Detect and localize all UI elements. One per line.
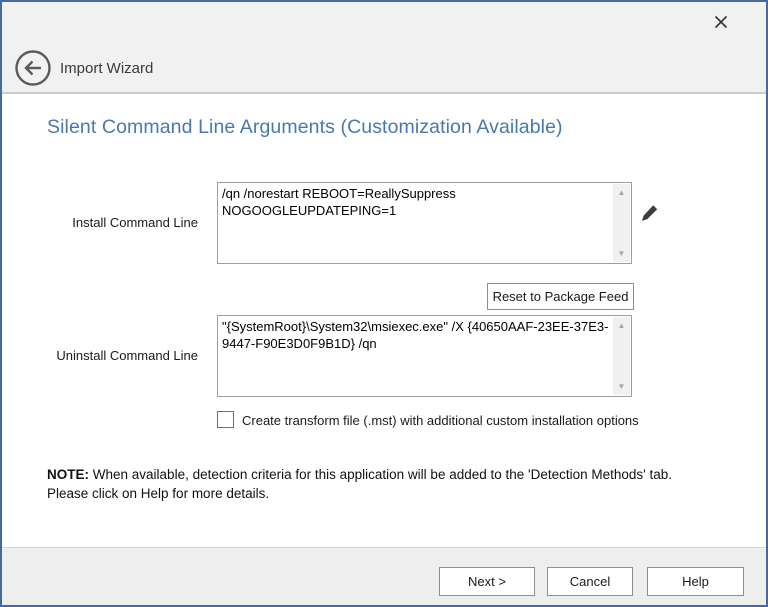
install-scrollbar[interactable]: ▲ ▼ [613, 184, 630, 262]
create-transform-label: Create transform file (.mst) with additi… [242, 413, 639, 428]
close-button[interactable] [708, 10, 734, 36]
install-command-text: /qn /norestart REBOOT=ReallySuppress NOG… [218, 183, 613, 263]
scroll-up-icon[interactable]: ▲ [613, 184, 630, 201]
uninstall-scrollbar[interactable]: ▲ ▼ [613, 317, 630, 395]
install-command-label: Install Command Line [42, 215, 198, 230]
create-transform-checkbox[interactable] [217, 411, 234, 428]
page-title: Silent Command Line Arguments (Customiza… [47, 116, 563, 139]
reset-to-package-feed-button[interactable]: Reset to Package Feed [487, 283, 634, 310]
note-text: NOTE: When available, detection criteria… [47, 465, 717, 503]
note-line1: When available, detection criteria for t… [93, 467, 672, 482]
back-button[interactable] [14, 49, 52, 87]
back-arrow-icon [14, 75, 52, 90]
edit-command-button[interactable] [638, 198, 662, 230]
scroll-up-icon[interactable]: ▲ [613, 317, 630, 334]
import-wizard-dialog: Import Wizard Silent Command Line Argume… [0, 0, 768, 607]
cancel-button[interactable]: Cancel [547, 567, 633, 596]
header-bar: Import Wizard [2, 2, 766, 94]
pencil-icon [639, 216, 661, 231]
note-label: NOTE: [47, 467, 89, 482]
window-title: Import Wizard [60, 60, 153, 77]
close-icon [713, 14, 729, 33]
scroll-down-icon[interactable]: ▼ [613, 245, 630, 262]
uninstall-command-text: "{SystemRoot}\System32\msiexec.exe" /X {… [218, 316, 613, 396]
uninstall-command-input[interactable]: "{SystemRoot}\System32\msiexec.exe" /X {… [217, 315, 632, 397]
help-button[interactable]: Help [647, 567, 744, 596]
scroll-down-icon[interactable]: ▼ [613, 378, 630, 395]
uninstall-command-label: Uninstall Command Line [42, 348, 198, 363]
next-button[interactable]: Next > [439, 567, 535, 596]
note-line2: Please click on Help for more details. [47, 486, 269, 501]
install-command-input[interactable]: /qn /norestart REBOOT=ReallySuppress NOG… [217, 182, 632, 264]
